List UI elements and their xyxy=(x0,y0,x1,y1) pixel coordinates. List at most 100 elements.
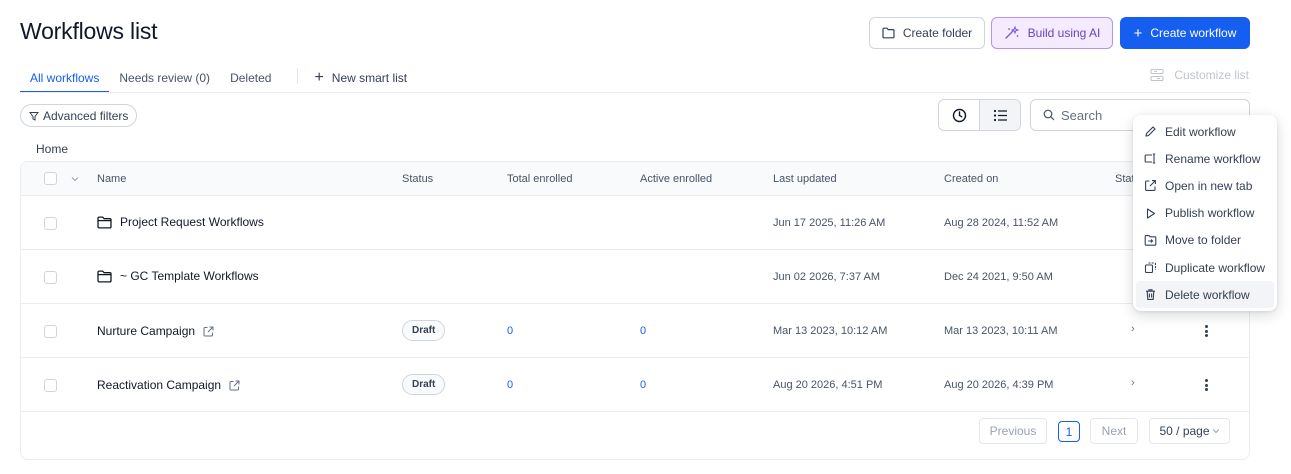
row-last-updated: Mar 13 2023, 10:12 AM xyxy=(773,325,888,337)
row-active-enrolled[interactable]: 0 xyxy=(640,379,646,391)
menu-item-label: Move to folder xyxy=(1165,233,1242,248)
advanced-filters-label: Advanced filters xyxy=(43,108,129,123)
menu-item-delete-workflow[interactable]: Delete workflow xyxy=(1136,281,1274,309)
new-smart-list-label: New smart list xyxy=(331,70,408,85)
row-name: Nurture Campaign xyxy=(97,324,196,338)
stats-chevron-icon[interactable]: › xyxy=(1131,377,1135,389)
recent-view-button[interactable] xyxy=(939,100,979,130)
column-header-status[interactable]: Status xyxy=(402,173,433,185)
row-created-on: Dec 24 2021, 9:50 AM xyxy=(944,271,1053,283)
create-workflow-label: Create workflow xyxy=(1150,26,1237,40)
create-workflow-button[interactable]: + Create workflow xyxy=(1120,17,1250,49)
folder-name-link[interactable]: Project Request Workflows xyxy=(97,215,264,229)
external-link-icon[interactable] xyxy=(229,380,240,391)
view-toggle xyxy=(938,99,1021,131)
external-link-icon[interactable] xyxy=(203,326,214,337)
magic-wand-icon xyxy=(1004,26,1020,39)
column-header-total-enrolled[interactable]: Total enrolled xyxy=(507,173,572,185)
next-page-button[interactable]: Next xyxy=(1090,418,1138,444)
table-row[interactable]: Project Request Workflows Jun 17 2025, 1… xyxy=(21,196,1249,250)
folder-icon xyxy=(97,215,112,229)
workflow-name-link[interactable]: Reactivation Campaign xyxy=(97,378,240,392)
breadcrumb[interactable]: Home xyxy=(36,142,68,156)
trash-icon xyxy=(1146,289,1155,301)
row-created-on: Aug 20 2026, 4:39 PM xyxy=(944,379,1054,391)
clock-icon xyxy=(952,108,966,122)
customize-icon xyxy=(1150,68,1164,82)
row-checkbox[interactable] xyxy=(44,271,57,284)
row-context-menu: Edit workflow Rename workflow Open in ne… xyxy=(1133,115,1277,311)
duplicate-icon xyxy=(1144,262,1157,274)
status-badge: Draft xyxy=(402,320,446,341)
tabs-divider xyxy=(20,92,1250,93)
stats-chevron-icon[interactable]: › xyxy=(1131,323,1135,335)
row-checkbox[interactable] xyxy=(44,379,57,392)
status-badge: Draft xyxy=(402,374,446,395)
menu-item-label: Open in new tab xyxy=(1165,178,1253,193)
menu-item-label: Delete workflow xyxy=(1165,287,1250,302)
row-actions-kebab-icon[interactable] xyxy=(1201,323,1211,339)
build-using-ai-button[interactable]: Build using AI xyxy=(991,17,1113,49)
menu-item-duplicate-workflow[interactable]: Duplicate workflow xyxy=(1136,254,1274,281)
workflows-table: Name Status Total enrolled Active enroll… xyxy=(20,161,1250,460)
list-icon xyxy=(993,109,1007,121)
column-header-created-on[interactable]: Created on xyxy=(944,173,998,185)
row-name: Reactivation Campaign xyxy=(97,378,222,392)
list-view-button[interactable] xyxy=(979,100,1020,130)
tab-deleted[interactable]: Deleted xyxy=(220,62,281,93)
tab-divider xyxy=(297,68,299,84)
menu-item-edit-workflow[interactable]: Edit workflow xyxy=(1136,118,1274,145)
chevron-down-icon xyxy=(1212,429,1219,434)
play-icon xyxy=(1146,208,1156,219)
column-header-last-updated[interactable]: Last updated xyxy=(773,173,837,185)
folder-icon xyxy=(97,269,112,283)
menu-item-rename-workflow[interactable]: Rename workflow xyxy=(1136,145,1274,172)
row-actions-kebab-icon[interactable] xyxy=(1201,377,1211,393)
per-page-select[interactable]: 50 / page xyxy=(1149,418,1230,444)
row-total-enrolled[interactable]: 0 xyxy=(507,379,513,391)
row-name: ~ GC Template Workflows xyxy=(120,269,259,283)
tab-needs-review[interactable]: Needs review (0) xyxy=(109,62,220,93)
column-header-name[interactable]: Name xyxy=(97,173,126,185)
plus-icon: + xyxy=(314,68,324,86)
row-name: Project Request Workflows xyxy=(120,215,264,229)
create-folder-label: Create folder xyxy=(902,26,973,40)
advanced-filters-button[interactable]: Advanced filters xyxy=(20,104,138,127)
new-smart-list-button[interactable]: + New smart list xyxy=(304,62,417,93)
create-folder-button[interactable]: Create folder xyxy=(869,17,985,49)
menu-item-label: Edit workflow xyxy=(1165,124,1236,139)
menu-item-move-to-folder[interactable]: Move to folder xyxy=(1136,227,1274,254)
search-icon xyxy=(1043,109,1055,121)
per-page-value: 50 / page xyxy=(1159,424,1210,438)
row-last-updated: Jun 17 2025, 11:26 AM xyxy=(773,217,886,229)
table-row[interactable]: Reactivation Campaign Draft 0 0 Aug 20 2… xyxy=(21,358,1249,412)
column-header-active-enrolled[interactable]: Active enrolled xyxy=(640,173,712,185)
plus-icon: + xyxy=(1133,24,1143,42)
row-created-on: Aug 28 2024, 11:52 AM xyxy=(944,217,1059,229)
previous-page-button[interactable]: Previous xyxy=(979,418,1047,444)
select-all-checkbox[interactable] xyxy=(44,172,57,185)
row-total-enrolled[interactable]: 0 xyxy=(507,325,513,337)
page-number-current[interactable]: 1 xyxy=(1058,421,1080,442)
external-link-icon xyxy=(1145,180,1156,192)
row-active-enrolled[interactable]: 0 xyxy=(640,325,646,337)
menu-item-open-in-new-tab[interactable]: Open in new tab xyxy=(1136,172,1274,199)
customize-list-button[interactable]: Customize list xyxy=(1150,68,1249,82)
menu-item-label: Duplicate workflow xyxy=(1165,260,1266,275)
workflow-name-link[interactable]: Nurture Campaign xyxy=(97,324,214,338)
build-using-ai-label: Build using AI xyxy=(1027,26,1101,40)
row-last-updated: Aug 20 2026, 4:51 PM xyxy=(773,379,883,391)
filter-icon xyxy=(29,111,39,121)
table-row[interactable]: ~ GC Template Workflows Jun 02 2026, 7:3… xyxy=(21,250,1249,304)
chevron-down-icon[interactable] xyxy=(71,176,79,182)
column-header-stats[interactable]: Stat xyxy=(1115,173,1135,185)
tab-bar: All workflows Needs review (0) Deleted +… xyxy=(20,62,417,93)
folder-name-link[interactable]: ~ GC Template Workflows xyxy=(97,269,259,283)
table-row[interactable]: Nurture Campaign Draft 0 0 Mar 13 2023, … xyxy=(21,304,1249,358)
rename-icon xyxy=(1144,153,1156,164)
row-checkbox[interactable] xyxy=(44,217,57,230)
menu-item-publish-workflow[interactable]: Publish workflow xyxy=(1136,200,1274,227)
row-checkbox[interactable] xyxy=(44,325,57,338)
tab-all-workflows[interactable]: All workflows xyxy=(20,62,110,93)
page-title: Workflows list xyxy=(20,18,158,44)
